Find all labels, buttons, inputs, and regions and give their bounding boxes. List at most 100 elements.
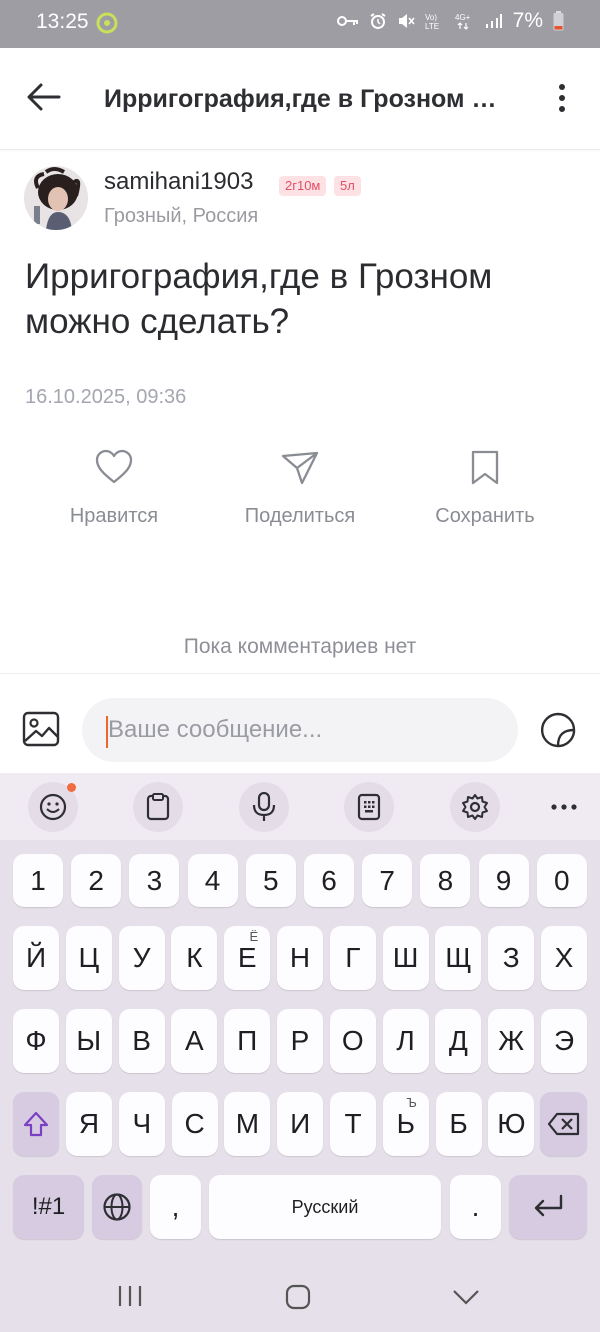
backspace-key[interactable]: [540, 1092, 587, 1156]
like-label: Нравится: [69, 505, 159, 527]
key-П[interactable]: П: [224, 1009, 271, 1073]
key-7[interactable]: 7: [362, 854, 413, 907]
key-Ц[interactable]: Ц: [65, 926, 112, 990]
backspace-icon: [547, 1112, 579, 1136]
key-label: Т: [344, 1108, 362, 1139]
key-С[interactable]: С: [171, 1092, 218, 1156]
keyboard-settings-button[interactable]: [450, 782, 500, 832]
key-label: Ь: [396, 1108, 415, 1139]
key-label: Х: [554, 942, 574, 973]
key-Л[interactable]: Л: [382, 1009, 429, 1073]
message-input[interactable]: [82, 698, 518, 762]
keyboard-mode-button[interactable]: [344, 782, 394, 832]
key-Н[interactable]: Н: [277, 926, 323, 990]
enter-icon: [534, 1194, 563, 1217]
home-button[interactable]: [285, 1284, 311, 1310]
key-label: Русский: [291, 1196, 359, 1217]
like-button[interactable]: Нравится: [34, 448, 194, 528]
account-age-badge: 2г10м: [279, 176, 327, 196]
save-button[interactable]: Сохранить: [405, 448, 565, 528]
key-К[interactable]: К: [171, 926, 218, 990]
key-Б[interactable]: Б: [435, 1092, 482, 1156]
emoji-icon: [39, 793, 67, 821]
key-Е[interactable]: ЕЁ: [224, 926, 271, 990]
system-nav-bar: [0, 1260, 600, 1332]
recent-apps-button[interactable]: [117, 1284, 143, 1308]
key-label: 1: [30, 864, 46, 896]
microphone-icon: [252, 792, 276, 821]
key-0[interactable]: 0: [536, 854, 587, 907]
comma-key[interactable]: ,: [150, 1175, 201, 1239]
key-2[interactable]: 2: [71, 854, 122, 907]
clipboard-button[interactable]: [133, 782, 183, 832]
clipboard-icon: [146, 793, 170, 821]
key-Ь[interactable]: ЬЪ: [382, 1092, 429, 1156]
key-У[interactable]: У: [118, 926, 165, 990]
gear-icon: [462, 794, 488, 820]
key-label: А: [185, 1025, 204, 1056]
shift-key[interactable]: [13, 1092, 59, 1156]
more-options-button[interactable]: [551, 84, 573, 112]
svg-text:LTE: LTE: [425, 22, 439, 30]
attach-image-button[interactable]: [22, 711, 60, 747]
key-Р[interactable]: Р: [277, 1009, 323, 1073]
key-label: У: [132, 942, 151, 973]
key-Ю[interactable]: Ю: [488, 1092, 535, 1156]
key-4[interactable]: 4: [187, 854, 238, 907]
key-8[interactable]: 8: [420, 854, 471, 907]
period-key[interactable]: .: [450, 1175, 501, 1239]
key-label: И: [290, 1108, 311, 1139]
back-button[interactable]: [26, 82, 62, 112]
key-label: Ы: [76, 1025, 102, 1056]
bookmark-icon: [465, 448, 505, 488]
svg-text:4G+: 4G+: [455, 13, 471, 22]
key-Ж[interactable]: Ж: [488, 1009, 535, 1073]
space-key[interactable]: Русский: [209, 1175, 441, 1239]
key-Х[interactable]: Х: [541, 926, 587, 990]
save-label: Сохранить: [435, 505, 535, 527]
key-Ы[interactable]: Ы: [65, 1009, 112, 1073]
share-button[interactable]: Поделиться: [220, 448, 380, 528]
key-Щ[interactable]: Щ: [435, 926, 482, 990]
key-З[interactable]: З: [488, 926, 535, 990]
key-1[interactable]: 1: [13, 854, 63, 907]
key-9[interactable]: 9: [478, 854, 529, 907]
shift-icon: [23, 1111, 49, 1137]
hide-keyboard-button[interactable]: [452, 1288, 480, 1306]
key-label: Л: [396, 1025, 415, 1056]
language-key[interactable]: [92, 1175, 142, 1239]
key-label: 4: [204, 864, 221, 896]
key-Э[interactable]: Э: [541, 1009, 587, 1073]
heart-icon: [94, 448, 134, 488]
key-О[interactable]: О: [329, 1009, 376, 1073]
key-Ф[interactable]: Ф: [13, 1009, 59, 1073]
key-Ч[interactable]: Ч: [118, 1092, 165, 1156]
key-И[interactable]: И: [277, 1092, 324, 1156]
avatar[interactable]: [24, 166, 88, 230]
key-В[interactable]: В: [118, 1009, 165, 1073]
share-label: Поделиться: [244, 505, 356, 527]
key-6[interactable]: 6: [304, 854, 354, 907]
key-А[interactable]: А: [171, 1009, 218, 1073]
key-label: !#1: [31, 1193, 66, 1220]
key-3[interactable]: 3: [129, 854, 180, 907]
key-Д[interactable]: Д: [435, 1009, 482, 1073]
home-icon: [285, 1284, 311, 1310]
key-label: С: [184, 1108, 205, 1139]
keyboard-more-button[interactable]: [550, 797, 578, 817]
sticker-button[interactable]: [539, 711, 577, 749]
key-Г[interactable]: Г: [329, 926, 376, 990]
svg-text:Vo): Vo): [425, 13, 437, 22]
username[interactable]: samihani1903: [104, 168, 253, 196]
key-label: Ф: [25, 1025, 47, 1056]
keypad-icon: [357, 793, 381, 821]
key-Й[interactable]: Й: [13, 926, 59, 990]
enter-key[interactable]: [509, 1175, 587, 1239]
symbols-key[interactable]: !#1: [13, 1175, 84, 1239]
key-Ш[interactable]: Ш: [382, 926, 429, 990]
voice-input-button[interactable]: [239, 782, 289, 832]
key-М[interactable]: М: [224, 1092, 271, 1156]
key-Я[interactable]: Я: [66, 1092, 112, 1156]
key-Т[interactable]: Т: [330, 1092, 376, 1156]
key-5[interactable]: 5: [245, 854, 296, 907]
